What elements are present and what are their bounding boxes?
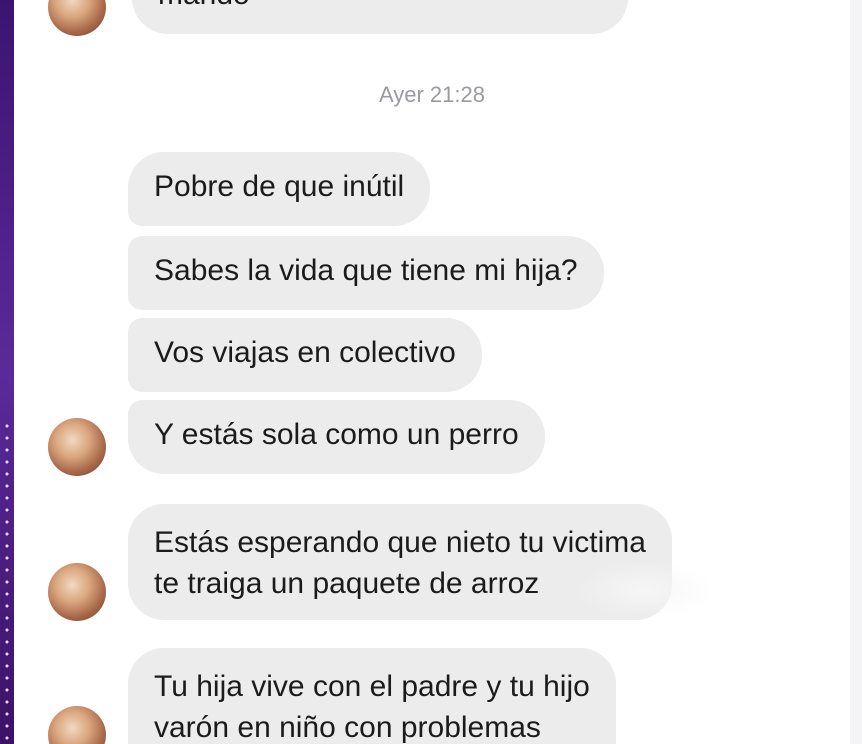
message-text-line-1: Estás esperando que nieto tu victima <box>154 526 646 559</box>
strip-dots-decoration <box>3 420 11 740</box>
image-blur-artifact <box>574 560 714 620</box>
left-purple-strip <box>0 0 14 744</box>
message-text-line-1: Tu hija vive con el padre y tu hijo <box>154 670 590 703</box>
avatar[interactable] <box>48 0 106 36</box>
message-bubble[interactable]: Pobre de que inútil <box>128 152 431 226</box>
chat-thread: mando Ayer 21:28 Pobre de que inútil Sab… <box>14 0 850 744</box>
avatar[interactable] <box>48 563 106 621</box>
message-text: Y estás sola como un perro <box>154 418 519 451</box>
message-bubble[interactable]: Vos viajas en colectivo <box>128 318 482 392</box>
message-text-line-2: varón en niño con problemas <box>154 711 541 744</box>
message-text: Vos viajas en colectivo <box>154 336 456 369</box>
message-bubble[interactable]: Y estás sola como un perro <box>128 400 545 474</box>
message-bubble[interactable]: Sabes la vida que tiene mi hija? <box>128 236 604 310</box>
message-text: Pobre de que inútil <box>154 170 405 203</box>
message-text: Sabes la vida que tiene mi hija? <box>154 254 578 287</box>
right-edge <box>850 0 862 744</box>
avatar[interactable] <box>48 706 106 744</box>
message-timestamp: Ayer 21:28 <box>378 82 485 107</box>
message-bubble[interactable]: Tu hija vive con el padre y tu hijo varó… <box>128 648 616 744</box>
message-text-line-2: te traiga un paquete de arroz <box>154 567 540 600</box>
message-bubble-partial[interactable]: mando <box>132 0 628 34</box>
message-text: mando <box>158 0 602 15</box>
avatar[interactable] <box>48 418 106 476</box>
